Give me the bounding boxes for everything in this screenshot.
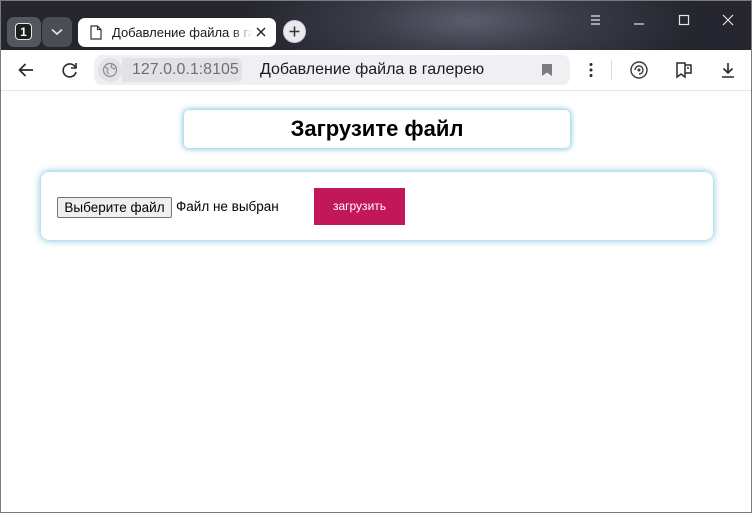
new-tab-button[interactable] [283, 20, 306, 43]
tab-counter-button[interactable]: 1 [7, 17, 41, 47]
more-vertical-icon[interactable] [581, 60, 601, 80]
upload-button[interactable]: загрузить [314, 188, 405, 225]
alice-assistant-icon[interactable] [629, 60, 649, 80]
tab-active[interactable]: Добавление файла в галерею [78, 18, 276, 47]
close-window-icon[interactable] [718, 11, 738, 29]
page-content: Загрузите файл Выберите файл Файл не выб… [1, 91, 751, 512]
heading-card: Загрузите файл [184, 110, 570, 148]
tab-strip: 1 Добавление файла в галерею [1, 1, 751, 50]
file-status-text: Файл не выбран [176, 199, 279, 214]
globe-icon [102, 62, 118, 78]
minimize-icon[interactable] [629, 11, 649, 29]
browser-toolbar: 127.0.0.1:8105 Добавление файла в галере… [1, 50, 751, 91]
address-host: 127.0.0.1:8105 [132, 61, 239, 78]
plus-icon [289, 26, 300, 37]
chevron-down-icon [51, 28, 63, 36]
document-icon [90, 25, 102, 40]
upload-form: Выберите файл Файл не выбран загрузить [41, 172, 713, 240]
tab-counter-icon: 1 [15, 23, 32, 40]
maximize-icon[interactable] [674, 11, 694, 29]
address-bar[interactable]: 127.0.0.1:8105 Добавление файла в галере… [94, 55, 570, 85]
page-heading: Загрузите файл [290, 116, 464, 141]
bookmark-icon[interactable] [541, 63, 553, 77]
download-icon[interactable] [718, 60, 738, 80]
back-arrow-icon[interactable] [16, 60, 36, 80]
hamburger-menu-icon[interactable] [586, 11, 606, 29]
site-info-button[interactable] [98, 58, 122, 82]
tab-close-icon[interactable] [255, 26, 267, 38]
reload-icon[interactable] [60, 60, 80, 80]
tab-list-button[interactable] [42, 17, 72, 47]
address-page-title: Добавление файла в галерею [260, 61, 485, 78]
collections-icon[interactable] [674, 60, 694, 80]
tab-title: Добавление файла в галерею [112, 25, 252, 40]
browser-window: 1 Добавление файла в галерею [0, 0, 752, 513]
toolbar-divider [611, 60, 612, 80]
choose-file-button[interactable]: Выберите файл [57, 197, 172, 218]
